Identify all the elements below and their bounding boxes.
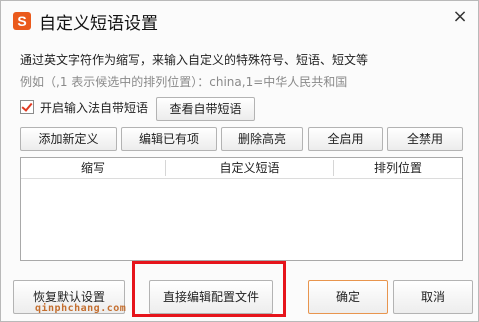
annotation-highlight-box (132, 261, 286, 317)
column-abbreviation[interactable]: 缩写 (21, 158, 165, 178)
column-position[interactable]: 排列位置 (334, 158, 462, 178)
enable-builtin-phrases-checkbox[interactable] (20, 100, 34, 114)
cancel-button[interactable]: 取消 (393, 280, 473, 314)
sogou-logo-icon: S (13, 12, 31, 30)
ok-button[interactable]: 确定 (308, 280, 388, 314)
edit-existing-button[interactable]: 编辑已有项 (121, 127, 217, 151)
enable-all-button[interactable]: 全启用 (308, 127, 383, 151)
example-text: 例如（,1 表示候选中的排列位置）：china,1=中华人民共和国 (20, 75, 348, 89)
custom-phrase-dialog: S 自定义短语设置 × 通过英文字符作为缩写，来输入自定义的特殊符号、短语、短文… (0, 0, 479, 322)
phrase-list[interactable]: 缩写 自定义短语 排列位置 (20, 157, 463, 261)
title-bar: S 自定义短语设置 × (1, 1, 478, 39)
enable-builtin-phrases-label[interactable]: 开启输入法自带短语 (40, 99, 148, 116)
watermark-text: qinphchang.com (35, 303, 127, 314)
delete-highlighted-button[interactable]: 删除高亮 (221, 127, 303, 151)
close-icon[interactable]: × (452, 7, 468, 27)
dialog-title: 自定义短语设置 (39, 14, 158, 34)
view-builtin-phrases-button[interactable]: 查看自带短语 (156, 97, 255, 121)
column-custom-phrase[interactable]: 自定义短语 (166, 158, 333, 178)
add-definition-button[interactable]: 添加新定义 (20, 127, 117, 151)
phrase-list-header: 缩写 自定义短语 排列位置 (21, 158, 462, 179)
description-text: 通过英文字符作为缩写，来输入自定义的特殊符号、短语、短文等 (20, 53, 369, 67)
disable-all-button[interactable]: 全禁用 (387, 127, 463, 151)
